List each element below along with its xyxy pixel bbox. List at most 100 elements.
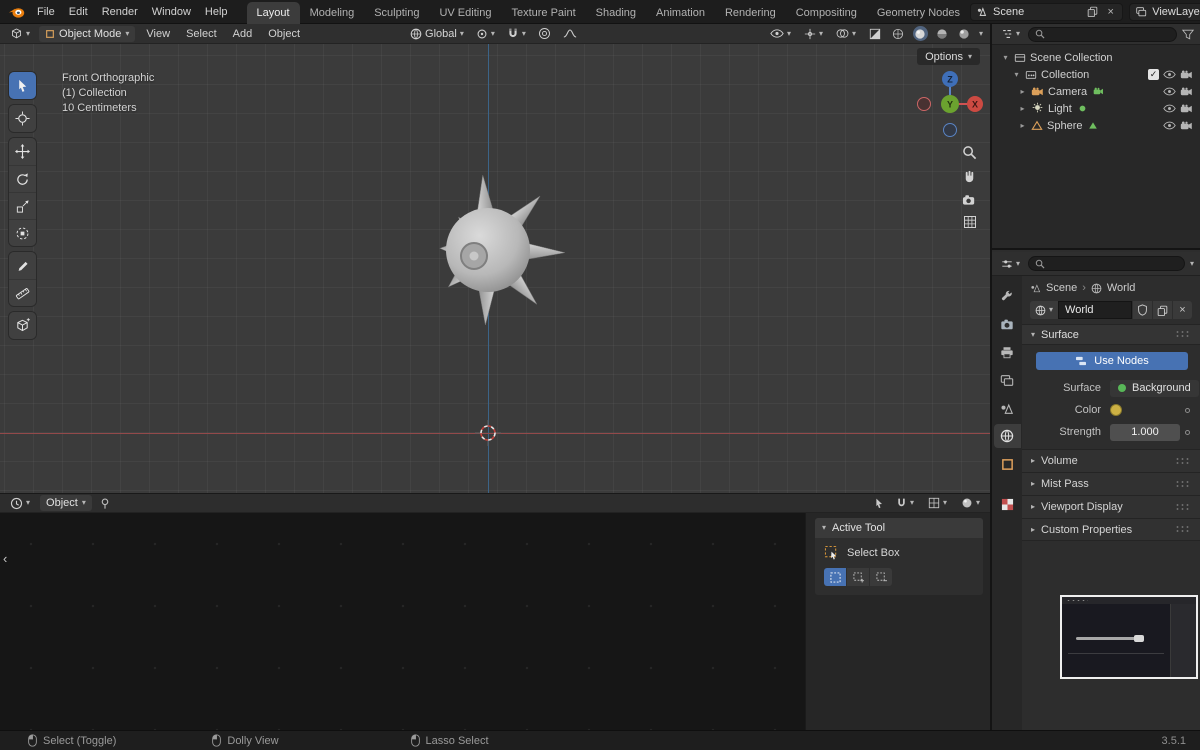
outliner-search[interactable] — [1028, 26, 1177, 42]
render-visibility-camera-icon[interactable] — [1180, 121, 1193, 131]
snap-toggle[interactable]: ▾ — [504, 27, 529, 40]
surface-shader-dropdown[interactable]: Background — [1110, 379, 1199, 397]
tab-sculpting[interactable]: Sculpting — [364, 2, 429, 24]
overlays-dropdown[interactable]: ▾ — [833, 28, 859, 39]
tab-output-properties[interactable] — [994, 340, 1021, 364]
strength-field[interactable]: 1.000 — [1110, 423, 1180, 441]
eye-icon[interactable] — [1163, 87, 1176, 96]
filter-icon[interactable] — [1182, 29, 1194, 40]
render-visibility-camera-icon[interactable] — [1180, 87, 1193, 97]
falloff-curve-icon[interactable] — [560, 28, 580, 39]
editor-type-viewport[interactable]: ▾ — [7, 27, 33, 40]
orientation-dropdown[interactable]: Global ▾ — [407, 28, 467, 40]
menu-select[interactable]: Select — [181, 26, 222, 42]
keyframe-dot-icon[interactable] — [1185, 429, 1190, 435]
camera-view-icon[interactable] — [962, 193, 977, 206]
gizmos-dropdown[interactable]: ▾ — [801, 28, 826, 40]
menu-object[interactable]: Object — [263, 26, 305, 42]
tab-modeling[interactable]: Modeling — [300, 2, 365, 24]
render-visibility-camera-icon[interactable] — [1180, 104, 1193, 114]
annotate-tool[interactable] — [9, 252, 36, 279]
browse-world-button[interactable]: ▾ — [1030, 301, 1059, 319]
menu-view[interactable]: View — [141, 26, 175, 42]
menu-edit[interactable]: Edit — [62, 3, 95, 21]
disclosure-right-icon[interactable]: ▸ — [1018, 121, 1027, 130]
editor-type-outliner[interactable]: ▾ — [998, 28, 1023, 40]
tab-texture-paint[interactable]: Texture Paint — [501, 2, 585, 24]
object-visibility-dropdown[interactable]: ▾ — [767, 29, 794, 38]
outliner-search-input[interactable] — [1049, 28, 1170, 40]
custom-properties-panel-header[interactable]: ▸ Custom Properties — [1022, 518, 1200, 541]
scene-selector[interactable]: Scene × — [970, 2, 1124, 21]
navigation-gizmo[interactable]: Z X Y — [912, 66, 988, 142]
tab-shading[interactable]: Shading — [586, 2, 646, 24]
collection-checkbox[interactable]: ✓ — [1148, 69, 1159, 80]
region-expand-arrow-icon[interactable]: ‹ — [3, 551, 7, 566]
zoom-icon[interactable] — [962, 145, 977, 160]
outliner-row-sphere[interactable]: ▸ Sphere — [992, 117, 1200, 134]
world-name-field[interactable] — [1058, 301, 1132, 319]
measure-tool[interactable] — [9, 279, 36, 306]
editor-type-properties[interactable]: ▾ — [998, 258, 1023, 270]
disclosure-right-icon[interactable]: ▸ — [1018, 104, 1027, 113]
breadcrumb-scene[interactable]: Scene — [1046, 282, 1077, 294]
select-mode-subtract[interactable] — [870, 568, 892, 586]
timeline-overlay-dropdown[interactable]: ▾ — [925, 497, 950, 509]
viewport-3d[interactable]: Front Orthographic (1) Collection 10 Cen… — [0, 44, 990, 493]
outliner-row-camera[interactable]: ▸ Camera — [992, 83, 1200, 100]
viewport-display-panel-header[interactable]: ▸ Viewport Display — [1022, 495, 1200, 518]
tab-rendering[interactable]: Rendering — [715, 2, 786, 24]
rotate-tool[interactable] — [9, 165, 36, 192]
tab-viewlayer-properties[interactable] — [994, 368, 1021, 392]
eye-icon[interactable] — [1163, 70, 1176, 79]
disclosure-down-icon[interactable]: ▾ — [1001, 53, 1010, 62]
outliner-row-light[interactable]: ▸ Light — [992, 100, 1200, 117]
properties-search-input[interactable] — [1049, 258, 1178, 269]
unlink-datablock-icon[interactable]: × — [1173, 301, 1192, 319]
eye-icon[interactable] — [1163, 121, 1176, 130]
volume-panel-header[interactable]: ▸ Volume — [1022, 449, 1200, 472]
menu-add[interactable]: Add — [228, 26, 258, 42]
move-tool[interactable] — [9, 138, 36, 165]
tab-object-properties[interactable] — [994, 452, 1021, 476]
pan-hand-icon[interactable] — [962, 169, 977, 184]
shading-material-button[interactable] — [935, 26, 950, 41]
mist-pass-panel-header[interactable]: ▸ Mist Pass — [1022, 472, 1200, 495]
unlink-scene-icon[interactable]: × — [1104, 5, 1117, 18]
cursor-tool[interactable] — [9, 105, 36, 132]
breadcrumb-world[interactable]: World — [1107, 282, 1136, 294]
timeline-snap-dropdown[interactable]: ▾ — [893, 497, 917, 509]
outliner-row-scene-collection[interactable]: ▾ Scene Collection — [992, 49, 1200, 66]
select-box-tool[interactable] — [9, 72, 36, 99]
snap-target-dropdown[interactable]: ▾ — [473, 28, 498, 40]
menu-file[interactable]: File — [30, 3, 62, 21]
properties-search[interactable] — [1028, 256, 1185, 271]
tweak-arrow-icon[interactable] — [873, 497, 885, 510]
outliner-row-collection[interactable]: ▾ Collection ✓ — [992, 66, 1200, 83]
shading-wireframe-button[interactable] — [891, 26, 906, 41]
tab-render-properties[interactable] — [994, 312, 1021, 336]
scale-tool[interactable] — [9, 192, 36, 219]
blender-logo-icon[interactable] — [8, 5, 26, 19]
tab-geometry-nodes[interactable]: Geometry Nodes — [867, 2, 970, 24]
disclosure-right-icon[interactable]: ▸ — [1018, 87, 1027, 96]
editor-type-timeline[interactable]: ▾ — [7, 497, 33, 510]
pin-icon[interactable] — [99, 497, 111, 510]
menu-window[interactable]: Window — [145, 3, 198, 21]
select-mode-set[interactable] — [824, 568, 846, 586]
tab-layout[interactable]: Layout — [246, 1, 300, 24]
tab-compositing[interactable]: Compositing — [786, 2, 867, 24]
tab-world-properties[interactable] — [993, 424, 1021, 448]
disclosure-down-icon[interactable]: ▾ — [1012, 70, 1021, 79]
timeline-mode-dropdown[interactable]: Object ▾ — [40, 495, 92, 511]
timeline-shading-dropdown[interactable]: ▾ — [958, 497, 983, 509]
render-visibility-camera-icon[interactable] — [1180, 70, 1193, 80]
menu-render[interactable]: Render — [95, 3, 145, 21]
select-mode-extend[interactable] — [847, 568, 869, 586]
surface-panel-header[interactable]: ▾ Surface — [1022, 324, 1200, 345]
new-scene-icon[interactable] — [1086, 5, 1099, 18]
color-swatch[interactable] — [1110, 404, 1122, 416]
tab-uv-editing[interactable]: UV Editing — [429, 2, 501, 24]
shading-solid-button[interactable] — [912, 26, 928, 41]
toggle-view-grid-icon[interactable] — [963, 215, 977, 229]
